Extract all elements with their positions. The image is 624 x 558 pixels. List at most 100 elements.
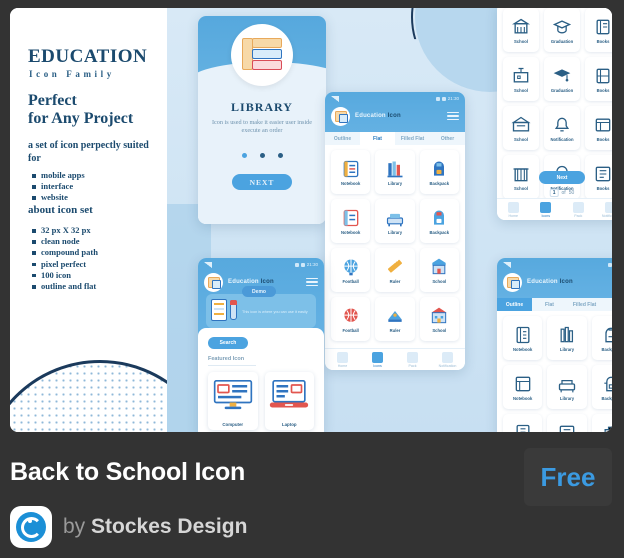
- featured-card-list[interactable]: Computer Laptop: [208, 372, 314, 430]
- avatar[interactable]: [10, 506, 52, 548]
- nav-item-icons[interactable]: Icons: [530, 201, 563, 218]
- icon-label: Backpack: [429, 229, 450, 235]
- school-icon: [511, 116, 531, 131]
- ruler-icon: [387, 258, 402, 273]
- tab-flat[interactable]: Flat: [360, 132, 395, 145]
- icon-cell[interactable]: Backpack: [419, 199, 459, 243]
- tab-other[interactable]: Other: [602, 298, 612, 311]
- icon-cell[interactable]: Notebook: [503, 316, 543, 360]
- icon-cell[interactable]: Notebook: [331, 150, 371, 194]
- nav-item-notification[interactable]: Notification: [595, 201, 612, 218]
- nav-item-pack[interactable]: Pack: [395, 351, 430, 368]
- ruler-icon: [388, 310, 402, 322]
- tab-outline[interactable]: Outline: [325, 132, 360, 145]
- list-item: 32 px X 32 px: [32, 225, 98, 236]
- icon-cell[interactable]: Library: [375, 150, 415, 194]
- author-row[interactable]: by Stockes Design: [10, 506, 247, 548]
- phone-mockup-outline[interactable]: 21:30 Education Icon Outline Flat Filled…: [497, 258, 612, 432]
- icon-grid[interactable]: Notebook Library Backpack Notebook Libra…: [331, 150, 459, 348]
- icon-cell[interactable]: School: [503, 57, 539, 101]
- tab-filled-flat[interactable]: Filled Flat: [567, 298, 602, 311]
- app-body: Search Featured Icon Computer Laptop: [198, 328, 324, 432]
- icon-grid-card-outline[interactable]: School Graduation Books School Graduatio…: [497, 8, 612, 220]
- nav-item-home[interactable]: Home: [325, 351, 360, 368]
- pagination-dots[interactable]: [198, 153, 326, 158]
- hamburger-menu-icon[interactable]: [447, 111, 459, 121]
- icon-cell[interactable]: School: [503, 155, 539, 199]
- featured-card[interactable]: Laptop: [264, 372, 314, 430]
- icon-cell[interactable]: Notebook: [331, 199, 371, 243]
- laptop-icon: [270, 380, 309, 408]
- icon-cell[interactable]: Football: [331, 297, 371, 341]
- category-tabs[interactable]: Outline Flat Filled Flat Other: [497, 298, 612, 311]
- icon-cell[interactable]: Ruler: [375, 248, 415, 292]
- backpack-icon: [604, 426, 612, 432]
- next-button[interactable]: NEXT: [232, 174, 292, 190]
- app-logo-icon: [204, 272, 223, 292]
- icon-cell[interactable]: Library: [547, 414, 587, 432]
- nav-item-pack[interactable]: Pack: [562, 201, 595, 218]
- notebook-icon: [343, 160, 358, 177]
- icon-cell[interactable]: Backpack: [591, 316, 612, 360]
- icon-cell[interactable]: Library: [375, 199, 415, 243]
- icon-cell[interactable]: Notification: [544, 106, 580, 150]
- demo-button[interactable]: Demo: [242, 286, 276, 297]
- icon-cell[interactable]: Library: [547, 365, 587, 409]
- list-item: website: [32, 192, 85, 203]
- icon-cell[interactable]: School: [503, 106, 539, 150]
- icon-cell[interactable]: Books: [585, 8, 612, 52]
- promo-brand-subtitle: Icon Family: [29, 69, 115, 79]
- icon-cell[interactable]: Backpack: [591, 365, 612, 409]
- page-of: of: [561, 190, 566, 196]
- icon-cell[interactable]: Books: [585, 106, 612, 150]
- price-badge[interactable]: Free: [524, 448, 612, 506]
- icon-cell[interactable]: Backpack: [591, 414, 612, 432]
- nav-item-home[interactable]: Home: [497, 201, 530, 218]
- bottom-navigation-bar[interactable]: Home Icons Pack Notification: [497, 198, 612, 220]
- icon-cell[interactable]: Graduation: [544, 8, 580, 52]
- product-preview-image[interactable]: EDUCATION Icon Family Perfect for Any Pr…: [10, 8, 612, 432]
- icon-label: School: [514, 87, 528, 93]
- category-tabs[interactable]: Outline Flat Filled Flat Other: [325, 132, 465, 145]
- author-name[interactable]: Stockes Design: [91, 515, 247, 538]
- promo-banner[interactable]: Demo This icon is where you can use it e…: [206, 286, 316, 332]
- icon-cell[interactable]: Library: [547, 316, 587, 360]
- icon-cell[interactable]: Football: [331, 248, 371, 292]
- promo-specs-list: 32 px X 32 px clean node compound path p…: [32, 225, 98, 292]
- icon-cell[interactable]: School: [419, 248, 459, 292]
- tab-other[interactable]: Other: [430, 132, 465, 145]
- icon-cell[interactable]: School: [419, 297, 459, 341]
- icon-grid[interactable]: School Graduation Books School Graduatio…: [503, 8, 612, 199]
- graduation-cap-icon: [553, 68, 571, 81]
- tab-flat[interactable]: Flat: [532, 298, 567, 311]
- icon-cell[interactable]: Backpack: [419, 150, 459, 194]
- icon-cell[interactable]: School: [503, 8, 539, 52]
- tab-filled-flat[interactable]: Filled Flat: [395, 132, 430, 145]
- icon-cell[interactable]: Notebook: [503, 414, 543, 432]
- featured-card[interactable]: Computer: [208, 372, 258, 430]
- nav-item-notification[interactable]: Notification: [430, 351, 465, 368]
- icon-cell[interactable]: Books: [585, 155, 612, 199]
- page-title: Back to School Icon: [10, 458, 246, 486]
- halftone-arc-decoration: [10, 360, 167, 432]
- books-icon: [595, 118, 611, 131]
- nav-item-icons[interactable]: Icons: [360, 351, 395, 368]
- icon-cell[interactable]: Notebook: [503, 365, 543, 409]
- list-item: interface: [32, 181, 85, 192]
- featured-section-label: Featured Icon: [208, 356, 245, 362]
- pack-icon: [407, 351, 418, 363]
- library-onboarding-card[interactable]: LIBRARY Icon is used to make it easier u…: [198, 16, 326, 224]
- icon-grid[interactable]: Notebook Library Backpack Notebook Libra…: [503, 316, 612, 432]
- status-bar: 21:30: [331, 95, 459, 102]
- phone-mockup-flat[interactable]: 21:30 Education Icon Outline Flat Filled…: [325, 92, 465, 370]
- search-button[interactable]: Search: [208, 337, 248, 349]
- icon-cell[interactable]: Graduation: [544, 57, 580, 101]
- next-page-button[interactable]: Next: [539, 171, 585, 184]
- promo-headline: Perfect for Any Project: [28, 92, 133, 128]
- phone-mockup-featured[interactable]: 21:30 Education Icon Demo This icon is w…: [198, 258, 324, 432]
- icon-cell[interactable]: Ruler: [375, 297, 415, 341]
- bottom-navigation-bar[interactable]: Home Icons Pack Notification: [325, 348, 465, 370]
- books-icon: [596, 19, 610, 34]
- icon-cell[interactable]: Books: [585, 57, 612, 101]
- tab-outline[interactable]: Outline: [497, 298, 532, 311]
